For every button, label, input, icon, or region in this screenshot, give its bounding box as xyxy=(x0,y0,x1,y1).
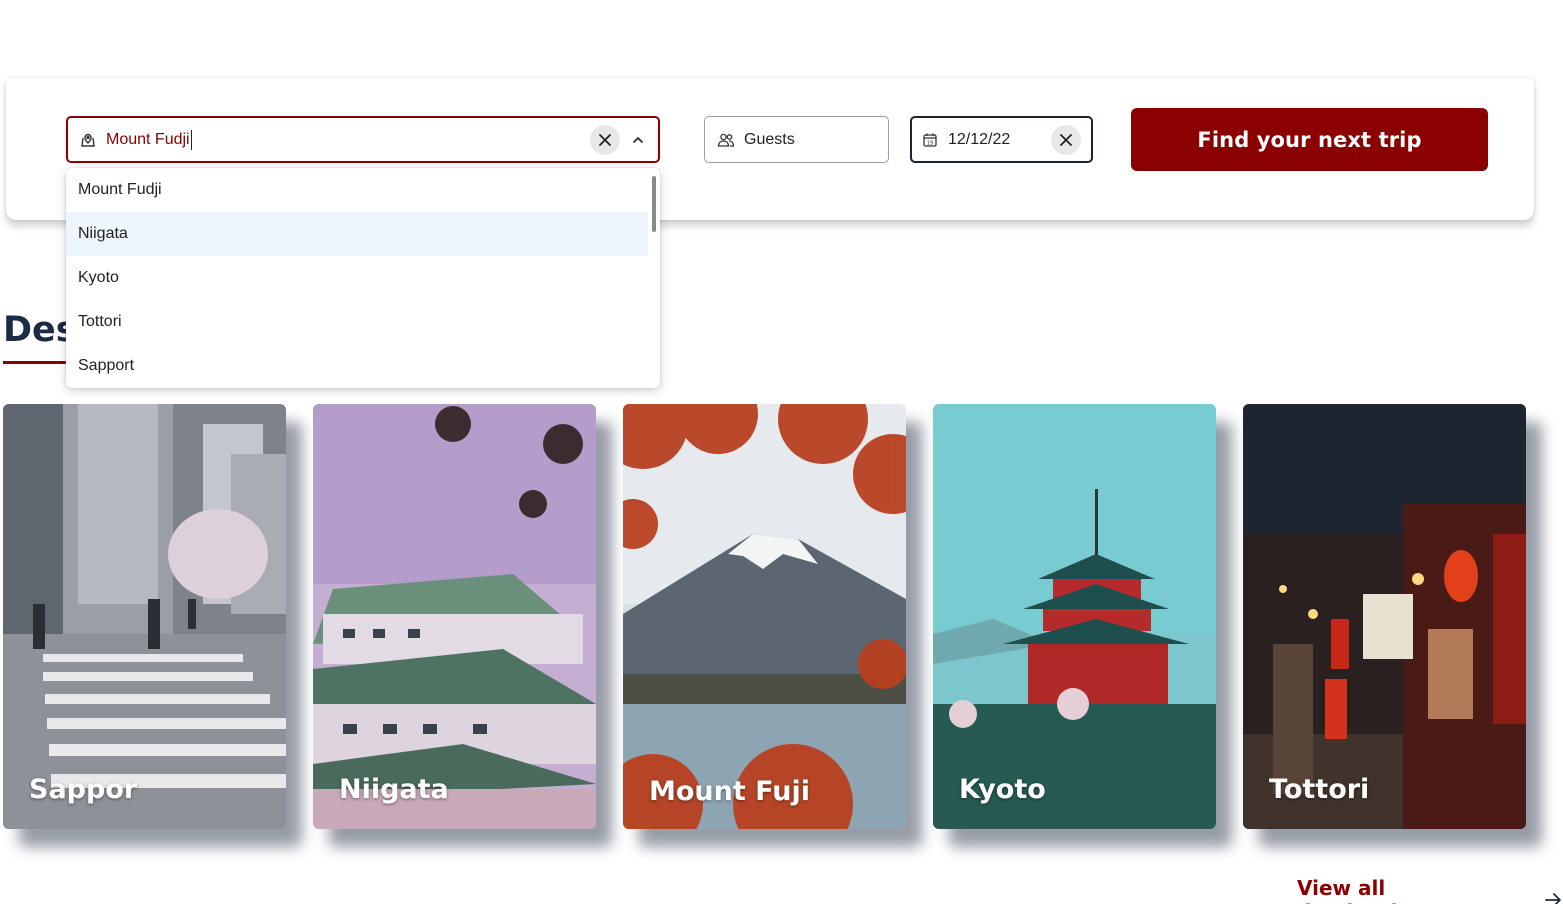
page: Mount Fudji Guests 19 12/12/22 Find your… xyxy=(0,0,1563,904)
destination-value: Mount Fudji xyxy=(106,129,192,150)
arrow-right-icon xyxy=(1545,893,1561,904)
guests-placeholder: Guests xyxy=(744,130,795,148)
dropdown-option[interactable]: Sapport xyxy=(66,344,648,388)
title-underline xyxy=(3,361,73,364)
card-label: Niigata xyxy=(339,774,449,805)
niigata-castle-image xyxy=(313,404,596,829)
date-value: 12/12/22 xyxy=(948,130,1011,148)
dropdown-scrollbar[interactable] xyxy=(652,176,656,232)
destination-card-niigata[interactable]: Niigata xyxy=(313,404,596,829)
destination-card-mount-fuji[interactable]: Mount Fuji xyxy=(623,404,906,829)
destination-input[interactable]: Mount Fudji xyxy=(66,116,660,163)
calendar-icon: 19 xyxy=(923,133,937,147)
text-cursor xyxy=(190,129,192,150)
date-input[interactable]: 19 12/12/22 xyxy=(910,116,1093,163)
clear-destination-button[interactable] xyxy=(590,125,620,155)
guests-input[interactable]: Guests xyxy=(704,116,889,163)
card-label: Kyoto xyxy=(959,774,1046,805)
destination-card-sapporo[interactable]: Sappor xyxy=(3,404,286,829)
card-label: Mount Fuji xyxy=(649,776,810,807)
tottori-alley-image xyxy=(1243,404,1526,829)
close-icon xyxy=(599,134,611,146)
dropdown-option[interactable]: Mount Fudji xyxy=(66,168,648,212)
sapporo-street-image xyxy=(3,404,286,829)
svg-text:19: 19 xyxy=(927,140,933,146)
card-label: Sappor xyxy=(29,774,138,805)
destination-card-kyoto[interactable]: Kyoto xyxy=(933,404,1216,829)
find-trip-button[interactable]: Find your next trip xyxy=(1131,108,1488,171)
view-all-label: View all destinations xyxy=(1297,876,1437,904)
dropdown-option-highlighted[interactable]: Niigata xyxy=(66,212,648,256)
dropdown-option[interactable]: Kyoto xyxy=(66,256,648,300)
users-icon xyxy=(717,133,735,147)
view-all-destinations-link[interactable]: View all destinations xyxy=(1297,876,1563,904)
destination-card-tottori[interactable]: Tottori xyxy=(1243,404,1526,829)
chevron-up-icon[interactable] xyxy=(630,132,646,148)
dropdown-option[interactable]: Tottori xyxy=(66,300,648,344)
map-pin-icon xyxy=(81,133,95,147)
card-label: Tottori xyxy=(1269,774,1370,805)
clear-date-button[interactable] xyxy=(1051,125,1081,155)
mount-fuji-image xyxy=(623,404,906,829)
kyoto-pagoda-image xyxy=(933,404,1216,829)
close-icon xyxy=(1060,134,1072,146)
destination-dropdown: Mount Fudji Niigata Kyoto Tottori Sappor… xyxy=(66,168,660,388)
